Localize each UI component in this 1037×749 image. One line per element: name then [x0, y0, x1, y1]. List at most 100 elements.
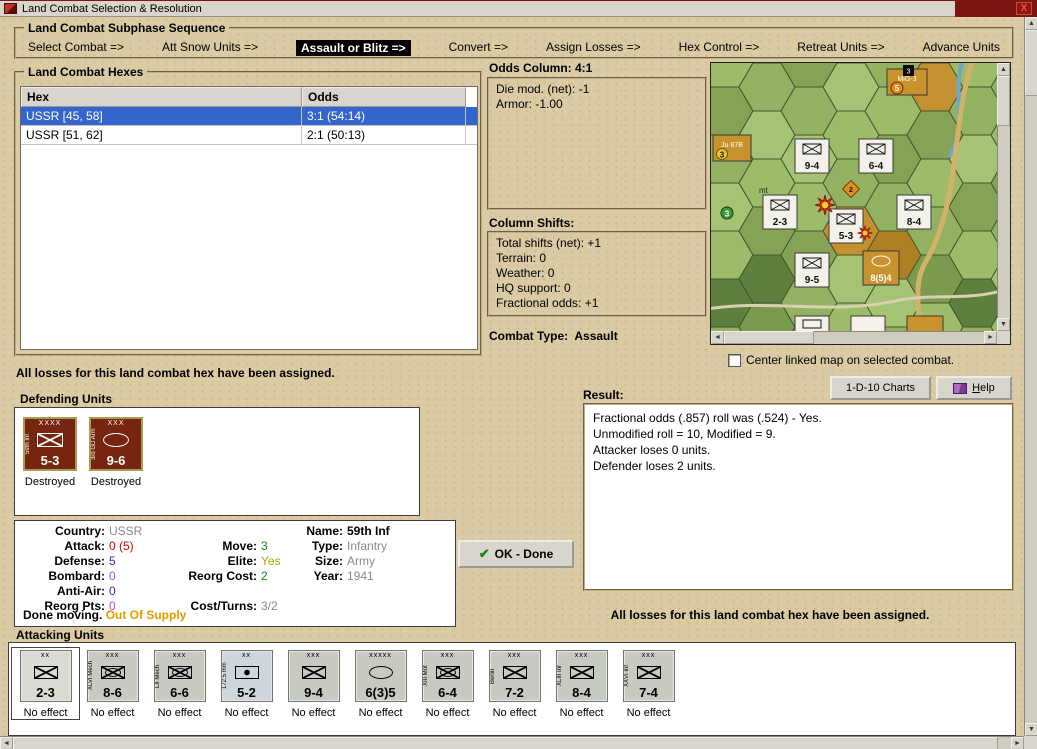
explosion-icon [857, 225, 873, 241]
info-value: Army [347, 554, 375, 568]
title-bar[interactable]: Land Combat Selection & Resolution [0, 1, 955, 17]
hex-cell: USSR [51, 62] [21, 126, 302, 144]
info-label: Size: [314, 554, 343, 568]
map-unit-counter[interactable]: 9-4 [794, 138, 830, 174]
scroll-left-button[interactable]: ◄ [0, 737, 13, 749]
hex-map[interactable]: mt MiG-3 5 Ju 87B 3 9-4 6-4 2-3 5-3 8-4 … [711, 63, 997, 331]
land-combat-window: Land Combat Selection & Resolution X Lan… [0, 0, 1037, 749]
attacking-unit[interactable]: xx 2-3 No effect [11, 647, 80, 720]
scroll-right-button[interactable]: ► [1011, 737, 1024, 749]
losses-message-left: All losses for this land combat hex have… [16, 366, 335, 380]
unit-counter: xxx XIII Mot 6-4 [421, 650, 474, 702]
map-scroll-up-button[interactable]: ▲ [997, 63, 1010, 76]
shift-line: HQ support: 0 [496, 281, 571, 295]
map-unit-counter[interactable]: 2-3 [762, 194, 798, 230]
scroll-down-button[interactable]: ▼ [1025, 723, 1037, 736]
close-button[interactable]: X [1016, 2, 1032, 15]
hex-table-row[interactable]: USSR [45, 58] 3:1 (54:14) [21, 107, 477, 126]
defending-unit[interactable]: XXXX 59th Inf 5-3 Destroyed [23, 417, 77, 506]
map-vscroll-thumb[interactable] [997, 76, 1010, 126]
svg-text:8-4: 8-4 [907, 217, 922, 228]
hex-table-header: Hex Odds [21, 87, 477, 107]
result-line: Attacker loses 0 units. [593, 443, 711, 457]
combat-type-row: Combat Type: Assault [489, 329, 618, 343]
map-unit-counter[interactable] [794, 315, 830, 331]
unit-strength: 8-4 [572, 685, 591, 700]
charts-button[interactable]: 1-D-10 Charts [830, 376, 931, 400]
map-unit-counter[interactable] [850, 315, 886, 331]
unit-strength: 6-4 [438, 685, 457, 700]
app-icon [4, 3, 17, 14]
defending-unit[interactable]: XXX 3rd GD Arm 9-6 Destroyed [89, 417, 143, 506]
unit-status: No effect [23, 707, 68, 719]
unit-counter: xxx 9-4 [287, 650, 340, 702]
ok-done-label: OK - Done [494, 547, 554, 561]
hex-coordinate-badge: 3 [903, 65, 914, 76]
window-horizontal-scrollbar[interactable]: ◄ ► [0, 736, 1024, 749]
sequence-step-hex-control: Hex Control => [678, 40, 760, 54]
unit-strength: 7-4 [639, 685, 658, 700]
infantry-symbol-icon [636, 666, 661, 679]
map-unit-counter[interactable]: 6-4 [858, 138, 894, 174]
map-unit-counter[interactable]: 8(5)4 [862, 250, 900, 286]
map-horizontal-scrollbar[interactable]: ◄ ► [711, 331, 997, 344]
map-unit-counter[interactable]: 8-4 [896, 194, 932, 230]
unit-info-col1: Country: USSR Attack: 0 (5) Defense: 5 Bomb… [21, 524, 142, 614]
info-label: Country: [55, 524, 105, 538]
svg-text:9-4: 9-4 [805, 161, 820, 172]
svg-text:5: 5 [895, 84, 900, 93]
unit-status: No effect [626, 707, 671, 719]
map-unit-counter[interactable]: 9-5 [794, 252, 830, 288]
artillery-symbol-icon [234, 666, 259, 679]
svg-text:6-4: 6-4 [869, 161, 884, 172]
window-vertical-scrollbar[interactable]: ▲ ▼ [1024, 17, 1037, 736]
ok-done-button[interactable]: ✔ OK - Done [458, 540, 574, 568]
attacking-unit[interactable]: xxx LII Mech 6-6 No effect [146, 648, 213, 719]
map-unit-counter[interactable] [906, 315, 944, 331]
center-map-checkbox-label: Center linked map on selected combat. [746, 353, 955, 367]
svg-text:3: 3 [720, 151, 725, 160]
map-air-unit-counter[interactable]: Ju 87B 3 [712, 134, 752, 162]
vscroll-thumb[interactable] [1025, 30, 1037, 96]
hex-table-row[interactable]: USSR [51, 62] 2:1 (50:13) [21, 126, 477, 145]
map-scroll-down-button[interactable]: ▼ [997, 318, 1010, 331]
attacking-units-title: Attacking Units [16, 628, 105, 642]
odds-column-header[interactable]: Odds [302, 87, 466, 107]
info-label: Defense: [54, 554, 105, 568]
center-map-checkbox[interactable] [728, 353, 741, 367]
attacking-unit[interactable]: xxx XLIII Inf 8-4 No effect [548, 648, 615, 719]
attacking-unit[interactable]: xxxxx 6(3)5 No effect [347, 648, 414, 719]
scroll-up-button[interactable]: ▲ [1025, 17, 1037, 30]
unit-info-col2: Move: 3 Elite: Yes Reorg Cost: 2 Cost/Turns… [171, 524, 280, 614]
odds-cell: 3:1 (54:14) [302, 107, 466, 125]
unit-status: No effect [425, 707, 470, 719]
map-unit-counter[interactable]: 5-3 [828, 208, 864, 244]
hex-badge-value: 3 [725, 210, 730, 219]
shift-line: Total shifts (net): +1 [496, 236, 602, 250]
hex-column-header[interactable]: Hex [21, 87, 302, 107]
svg-text:Ju 87B: Ju 87B [721, 142, 743, 149]
hscroll-thumb[interactable] [13, 737, 998, 749]
unit-status: No effect [157, 707, 202, 719]
result-line: Fractional odds (.857) roll was (.524) -… [593, 411, 822, 425]
unit-counter: xx 172.5 mm 5-2 [220, 650, 273, 702]
map-hscroll-thumb[interactable] [724, 331, 814, 344]
attacking-unit[interactable]: xxx XLVI Mech 8-6 No effect [79, 648, 146, 719]
info-value: 5 [109, 554, 116, 568]
map-vertical-scrollbar[interactable]: ▲ ▼ [997, 63, 1010, 331]
svg-text:2: 2 [849, 187, 853, 194]
attacking-unit[interactable]: xxx XXVI Inf 7-4 No effect [615, 648, 682, 719]
attacking-unit[interactable]: xxx 9-4 No effect [280, 648, 347, 719]
result-line: Defender loses 2 units. [593, 459, 716, 473]
sequence-step-convert: Convert => [448, 40, 508, 54]
attacking-unit[interactable]: xxx XIII Mot 6-4 No effect [414, 648, 481, 719]
attacking-unit[interactable]: xx 172.5 mm 5-2 No effect [213, 648, 280, 719]
sequence-step-select-combat: Select Combat => [28, 40, 125, 54]
attacking-unit[interactable]: xxx Berlin 7-2 No effect [481, 648, 548, 719]
hexes-group-title: Land Combat Hexes [24, 65, 148, 79]
odds-column-title: Odds Column: 4:1 [489, 61, 593, 75]
map-scroll-right-button[interactable]: ► [984, 331, 997, 344]
info-value: 2 [261, 569, 268, 583]
help-button[interactable]: Help [936, 376, 1012, 400]
map-scroll-left-button[interactable]: ◄ [711, 331, 724, 344]
